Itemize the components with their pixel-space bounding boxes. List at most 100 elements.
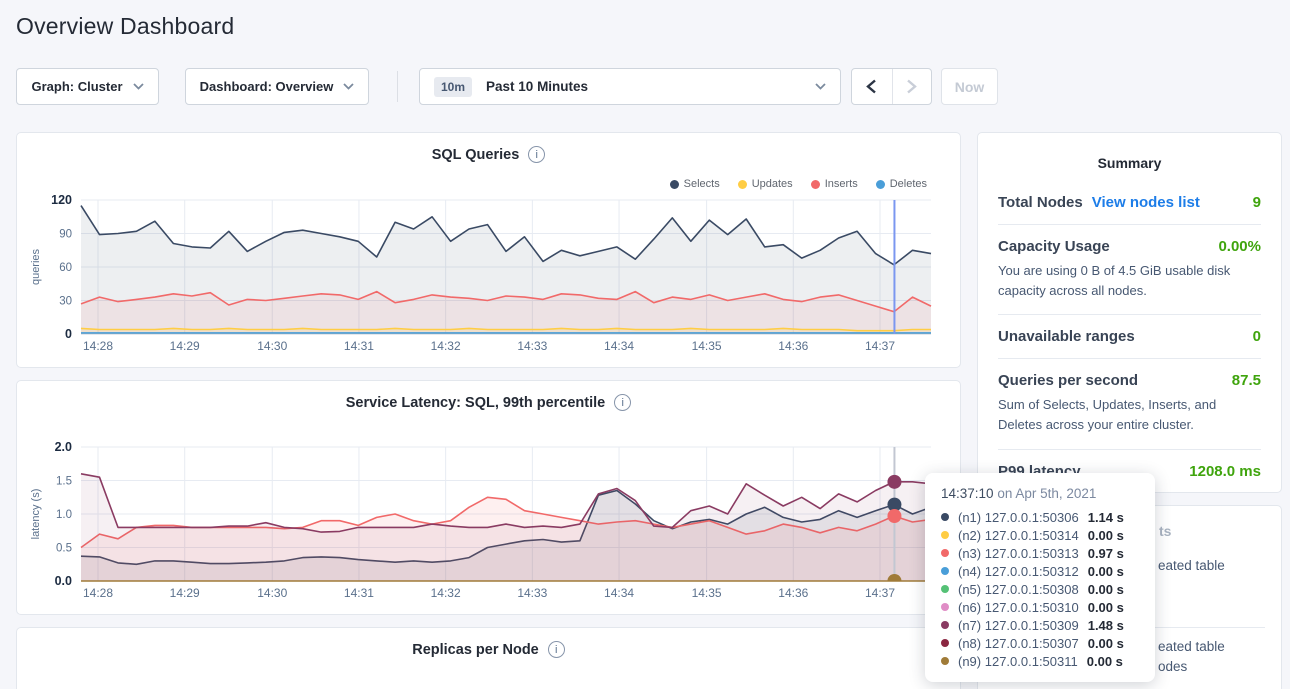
svg-text:14:36: 14:36: [778, 339, 808, 353]
time-step-controls: [851, 68, 932, 105]
dashboard-select-dropdown[interactable]: Dashboard: Overview: [185, 68, 369, 105]
svg-text:14:34: 14:34: [604, 586, 634, 600]
svg-text:14:29: 14:29: [170, 586, 200, 600]
chevron-down-icon: [815, 83, 826, 90]
node-address: (n1) 127.0.0.1:50306: [958, 510, 1079, 525]
tooltip-row-n2: (n2) 127.0.0.1:50314 0.00 s: [941, 526, 1139, 544]
service-latency-panel: Service Latency: SQL, 99th percentile i …: [16, 380, 961, 615]
capacity-value: 0.00%: [1218, 238, 1261, 255]
sql-queries-panel: SQL Queries i Selects Updates Inserts De…: [16, 132, 961, 368]
chart-title: Replicas per Node: [412, 642, 539, 658]
node-latency: 1.48 s: [1088, 618, 1124, 633]
svg-text:14:33: 14:33: [517, 339, 547, 353]
node-address: (n6) 127.0.0.1:50310: [958, 600, 1079, 615]
next-time-button[interactable]: [892, 69, 932, 104]
node-latency: 0.00 s: [1088, 600, 1124, 615]
qps-value: 87.5: [1232, 372, 1261, 389]
page-title: Overview Dashboard: [16, 13, 234, 40]
svg-text:90: 90: [59, 229, 72, 241]
prev-time-button[interactable]: [852, 69, 892, 104]
events-header-fragment: ts: [1159, 523, 1171, 539]
svg-text:1.5: 1.5: [56, 476, 72, 488]
node-color-dot: [941, 567, 949, 575]
tooltip-row-n7: (n7) 127.0.0.1:50309 1.48 s: [941, 616, 1139, 634]
event-item-fragment: eated table: [1158, 639, 1225, 654]
svg-text:14:29: 14:29: [170, 339, 200, 353]
summary-panel: Summary Total Nodes View nodes list 9 Ca…: [977, 132, 1282, 493]
service-latency-chart[interactable]: 14:2814:2914:3014:3114:3214:3314:3414:35…: [17, 381, 960, 614]
total-nodes-value: 9: [1253, 194, 1261, 211]
info-icon[interactable]: i: [548, 641, 565, 658]
node-latency: 0.00 s: [1087, 654, 1123, 669]
svg-text:queries: queries: [30, 248, 42, 285]
sql-queries-chart[interactable]: 14:2814:2914:3014:3114:3214:3314:3414:35…: [17, 133, 960, 367]
svg-text:14:34: 14:34: [604, 339, 634, 353]
view-nodes-list-link[interactable]: View nodes list: [1092, 194, 1200, 211]
tooltip-date: on Apr 5th, 2021: [994, 486, 1097, 501]
p99-latency-value: 1208.0 ms: [1189, 463, 1261, 480]
svg-text:14:37: 14:37: [865, 586, 895, 600]
summary-row-capacity: Capacity Usage 0.00% You are using 0 B o…: [998, 225, 1261, 315]
tooltip-row-n5: (n5) 127.0.0.1:50308 0.00 s: [941, 580, 1139, 598]
node-latency: 0.00 s: [1088, 528, 1124, 543]
svg-text:14:28: 14:28: [83, 339, 113, 353]
dashboard-toolbar: Graph: Cluster Dashboard: Overview 10m P…: [0, 68, 1290, 105]
graph-scope-label: Graph: Cluster: [31, 79, 122, 94]
svg-text:2.0: 2.0: [55, 440, 72, 454]
overview-dashboard-page: Overview Dashboard Graph: Cluster Dashbo…: [0, 0, 1290, 689]
qps-label: Queries per second: [998, 372, 1138, 389]
svg-text:latency (s): latency (s): [30, 489, 42, 540]
time-range-label: Past 10 Minutes: [486, 79, 588, 94]
node-latency: 0.00 s: [1088, 582, 1124, 597]
svg-text:14:30: 14:30: [257, 586, 287, 600]
time-range-dropdown[interactable]: 10m Past 10 Minutes: [419, 68, 841, 105]
tooltip-row-n1: (n1) 127.0.0.1:50306 1.14 s: [941, 508, 1139, 526]
chevron-left-icon: [866, 79, 877, 94]
node-color-dot: [941, 549, 949, 557]
node-address: (n9) 127.0.0.1:50311: [958, 654, 1078, 669]
svg-text:0.5: 0.5: [56, 543, 72, 555]
node-address: (n3) 127.0.0.1:50313: [958, 546, 1079, 561]
node-latency: 0.00 s: [1088, 636, 1124, 651]
qps-description: Sum of Selects, Updates, Inserts, and De…: [998, 395, 1261, 435]
now-button[interactable]: Now: [941, 68, 998, 105]
event-item-fragment: eated table: [1158, 558, 1225, 573]
summary-row-total-nodes: Total Nodes View nodes list 9: [998, 181, 1261, 225]
chevron-down-icon: [133, 83, 144, 90]
tooltip-row-n9: (n9) 127.0.0.1:50311 0.00 s: [941, 652, 1139, 670]
node-color-dot: [941, 657, 949, 665]
node-latency: 1.14 s: [1088, 510, 1124, 525]
tooltip-row-n6: (n6) 127.0.0.1:50310 0.00 s: [941, 598, 1139, 616]
replicas-per-node-header: Replicas per Node i: [17, 641, 960, 658]
total-nodes-label: Total Nodes: [998, 194, 1083, 211]
tooltip-row-n8: (n8) 127.0.0.1:50307 0.00 s: [941, 634, 1139, 652]
svg-text:60: 60: [59, 262, 72, 274]
svg-text:0: 0: [65, 327, 72, 341]
capacity-description: You are using 0 B of 4.5 GiB usable disk…: [998, 261, 1261, 301]
node-address: (n8) 127.0.0.1:50307: [958, 636, 1079, 651]
tooltip-row-n4: (n4) 127.0.0.1:50312 0.00 s: [941, 562, 1139, 580]
node-address: (n5) 127.0.0.1:50308: [958, 582, 1079, 597]
toolbar-divider: [397, 71, 398, 102]
svg-text:1.0: 1.0: [56, 509, 72, 521]
summary-row-unavailable-ranges: Unavailable ranges 0: [998, 315, 1261, 359]
node-color-dot: [941, 513, 949, 521]
node-color-dot: [941, 621, 949, 629]
node-latency: 0.00 s: [1088, 564, 1124, 579]
svg-text:14:35: 14:35: [692, 339, 722, 353]
summary-title: Summary: [998, 149, 1261, 181]
svg-text:30: 30: [59, 296, 72, 308]
svg-text:14:30: 14:30: [257, 339, 287, 353]
event-item-fragment: odes: [1158, 659, 1187, 674]
tooltip-timestamp: 14:37:10 on Apr 5th, 2021: [941, 486, 1139, 501]
svg-text:14:31: 14:31: [344, 339, 374, 353]
graph-scope-dropdown[interactable]: Graph: Cluster: [16, 68, 159, 105]
tooltip-row-n3: (n3) 127.0.0.1:50313 0.97 s: [941, 544, 1139, 562]
node-address: (n4) 127.0.0.1:50312: [958, 564, 1079, 579]
replicas-per-node-panel: Replicas per Node i: [16, 627, 961, 689]
svg-text:14:35: 14:35: [692, 586, 722, 600]
summary-row-qps: Queries per second 87.5 Sum of Selects, …: [998, 359, 1261, 449]
svg-text:14:28: 14:28: [83, 586, 113, 600]
unavailable-ranges-label: Unavailable ranges: [998, 328, 1135, 345]
node-address: (n2) 127.0.0.1:50314: [958, 528, 1079, 543]
